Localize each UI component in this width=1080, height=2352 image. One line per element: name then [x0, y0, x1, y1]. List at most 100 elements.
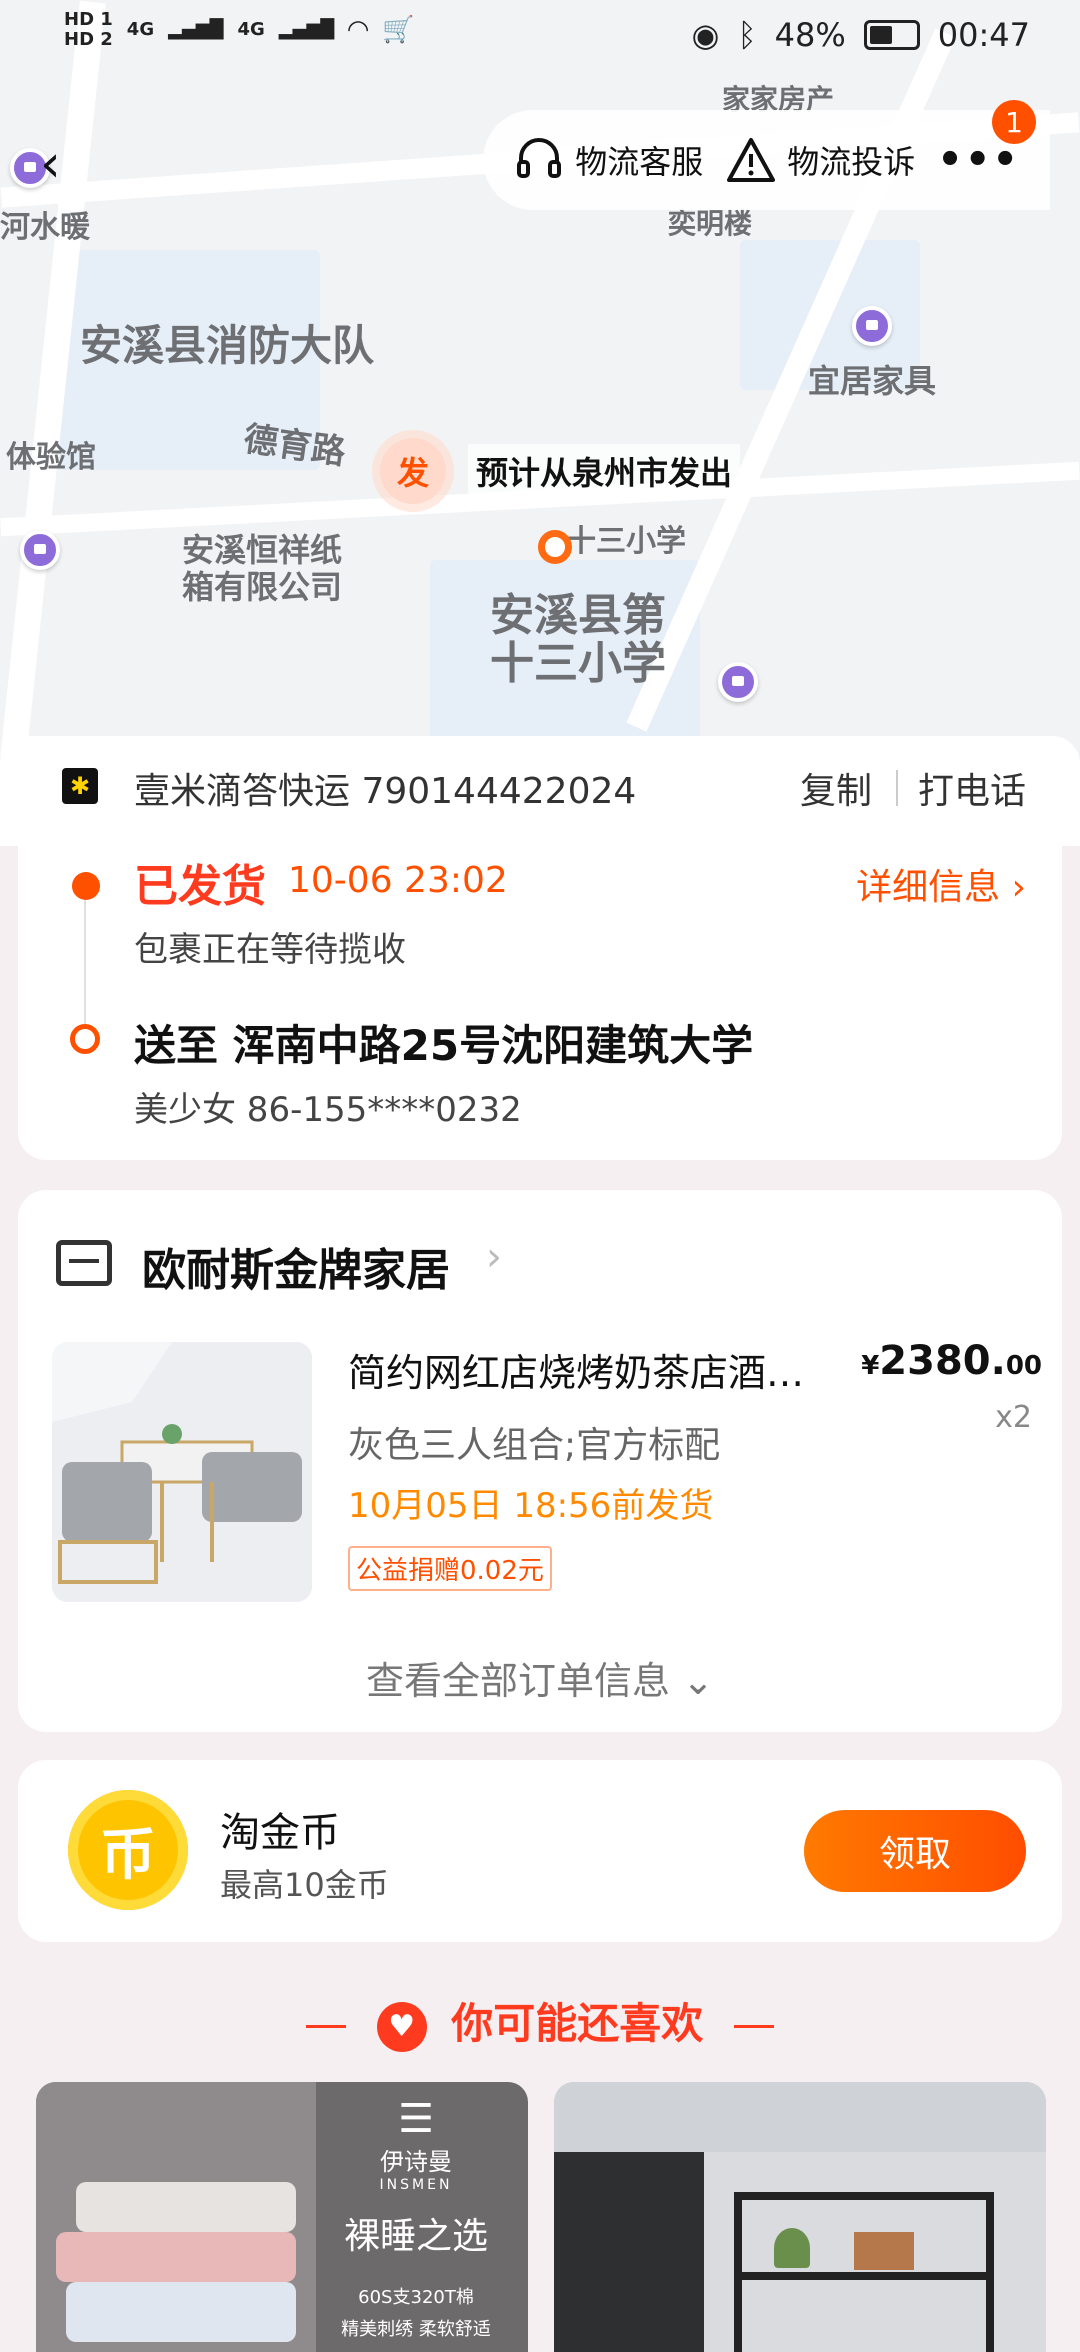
map-poi-icon[interactable] [852, 306, 892, 346]
chevron-down-icon: ⌄ [682, 1659, 714, 1703]
charity-badge: 公益捐赠0.02元 [348, 1546, 552, 1591]
bedding-image [76, 2182, 296, 2232]
complaint-button[interactable]: 物流投诉 [725, 134, 915, 186]
origin-marker[interactable]: 发 预计从泉州市发出 [380, 438, 741, 504]
divider [896, 770, 898, 806]
more-button[interactable]: ••• [937, 137, 1020, 183]
status-bar: HD 1 HD 2 4G ▂▄▆█ 4G ▂▄▆█ ◠ 🛒 ◉ ᛒ 48% 00… [0, 0, 1080, 70]
eye-icon: ◉ [691, 16, 720, 54]
claim-button[interactable]: 领取 [804, 1810, 1026, 1892]
timeline-line [84, 882, 86, 1042]
destination-dot-icon [70, 1024, 100, 1054]
shipment-time: 10-06 23:02 [288, 860, 508, 901]
brand-block: ☰ 伊诗曼 INSMEN 裸睡之选 60S支320T棉 精美刺绣 柔软舒适 [326, 2096, 506, 2341]
gold-coin-card: 币 淘金币 最高10金币 领取 [18, 1760, 1062, 1942]
store-icon [56, 1240, 112, 1286]
bedding-image [36, 2082, 316, 2352]
signal-4g-1: 4G [126, 19, 155, 41]
shelf-image [854, 2232, 914, 2270]
hd1-indicator: HD 1 [64, 9, 113, 30]
map-poi-icon[interactable] [718, 662, 758, 702]
recommend-title: 你可能还喜欢 [451, 1999, 704, 2048]
delivery-address: 送至 浑南中路25号沈阳建筑大学 [134, 1021, 754, 1070]
bedding-image [66, 2282, 296, 2342]
courier-logo-icon: ✱ [62, 768, 98, 804]
gold-coin-icon: 币 [68, 1790, 188, 1910]
ship-deadline: 10月05日 18:56前发货 [348, 1486, 714, 1526]
brand-name: 伊诗曼 [380, 2148, 452, 2176]
battery-percent: 48% [774, 16, 846, 54]
clock: 00:47 [937, 16, 1030, 54]
call-button[interactable]: 打电话 [918, 762, 1026, 814]
status-description: 包裹正在等待揽收 [134, 930, 406, 970]
map-label: 安溪县第 十三小学 [490, 590, 666, 690]
map-label: 河水暖 [0, 210, 90, 245]
product-price: ¥2380.00 [861, 1338, 1042, 1384]
timeline-dot-icon [72, 872, 100, 900]
shelf-image [554, 2082, 1046, 2152]
recommend-item[interactable] [554, 2082, 1046, 2352]
recipient-contact: 美少女 86-155****0232 [134, 1090, 522, 1130]
view-all-order-button[interactable]: 查看全部订单信息 ⌄ [18, 1650, 1062, 1705]
signal-bars-icon: ▂▄▆█ [168, 19, 224, 41]
more-icon: ••• [937, 137, 1020, 183]
map-label: 体验馆 [6, 440, 96, 475]
map-label: 十三小学 [566, 524, 686, 559]
product-spec: 60S支320T棉 [358, 2287, 474, 2308]
coin-title: 淘金币 [220, 1810, 340, 1856]
product-spec: 精美刺绣 柔软舒适 [341, 2319, 491, 2340]
origin-text: 预计从泉州市发出 [468, 444, 741, 498]
shelf-image [734, 2192, 994, 2200]
location-dot-icon [538, 530, 572, 564]
cart-icon: 🛒 [382, 14, 415, 45]
signal-bars-icon: ▂▄▆█ [278, 19, 335, 41]
complaint-label: 物流投诉 [787, 143, 916, 181]
product-title[interactable]: 简约网红店烧烤奶茶店酒… [348, 1342, 848, 1397]
plant-image [774, 2228, 810, 2268]
bluetooth-icon: ᛒ [737, 16, 757, 54]
hd2-indicator: HD 2 [64, 28, 113, 50]
sofa-set-image [52, 1342, 312, 1602]
headset-icon [517, 138, 562, 178]
store-name[interactable]: 欧耐斯金牌家居 [142, 1234, 450, 1298]
chevron-right-icon[interactable]: › [486, 1234, 502, 1280]
shelf-image [734, 2272, 994, 2280]
brand-logo-icon: ☰ [398, 2096, 434, 2142]
product-image[interactable] [52, 1342, 312, 1602]
customer-service-button[interactable]: 物流客服 [513, 134, 703, 186]
tracking-card: 已发货 10-06 23:02 详细信息 › 包裹正在等待揽收 送至 浑南中路2… [18, 846, 1062, 1160]
map-label: 宜居家具 [808, 362, 937, 400]
wifi-icon: ◠ [348, 14, 369, 45]
map-poi-icon[interactable] [20, 530, 60, 570]
product-sku: 灰色三人组合;官方标配 [348, 1425, 721, 1466]
copy-button[interactable]: 复制 [800, 762, 872, 814]
product-quantity: x2 [995, 1400, 1032, 1435]
status-right: ◉ ᛒ 48% 00:47 [692, 16, 1030, 54]
recommend-item[interactable]: ☰ 伊诗曼 INSMEN 裸睡之选 60S支320T棉 精美刺绣 柔软舒适 [36, 2082, 528, 2352]
map-label: 安溪县消防大队 [80, 321, 375, 370]
header-actions: 物流客服 物流投诉 ••• [483, 110, 1050, 210]
shelf-image [554, 2152, 704, 2352]
bedding-image [56, 2232, 296, 2282]
divider [733, 2025, 774, 2028]
courier-name: 壹米滴答快运 790144422024 [134, 771, 637, 812]
shipment-status: 已发货 [134, 861, 266, 912]
customer-service-label: 物流客服 [575, 143, 704, 181]
signal-4g-2: 4G [237, 19, 265, 41]
brand-tagline: 裸睡之选 [343, 2216, 488, 2257]
warning-icon [727, 138, 776, 182]
divider [306, 2025, 347, 2028]
courier-bar: ✱ 壹米滴答快运 790144422024 复制 打电话 [0, 736, 1080, 846]
shelf-image [986, 2192, 994, 2352]
order-card: 欧耐斯金牌家居 › 简约网红店烧烤奶茶店酒… ¥2380.00 x2 灰色三人组… [18, 1190, 1062, 1732]
notification-badge: 1 [992, 100, 1036, 144]
map-label: 安溪恒祥纸 箱有限公司 [182, 531, 343, 606]
battery-icon [863, 20, 920, 50]
brand-name-en: INSMEN [379, 2177, 453, 2193]
origin-icon: 发 [380, 438, 446, 504]
status-left: HD 1 HD 2 4G ▂▄▆█ 4G ▂▄▆█ ◠ 🛒 [64, 10, 415, 50]
back-button[interactable]: ‹ [40, 134, 61, 194]
shelf-image [734, 2192, 742, 2352]
heart-icon: ♥ [376, 2001, 427, 2052]
detail-link[interactable]: 详细信息 › [856, 858, 1026, 910]
